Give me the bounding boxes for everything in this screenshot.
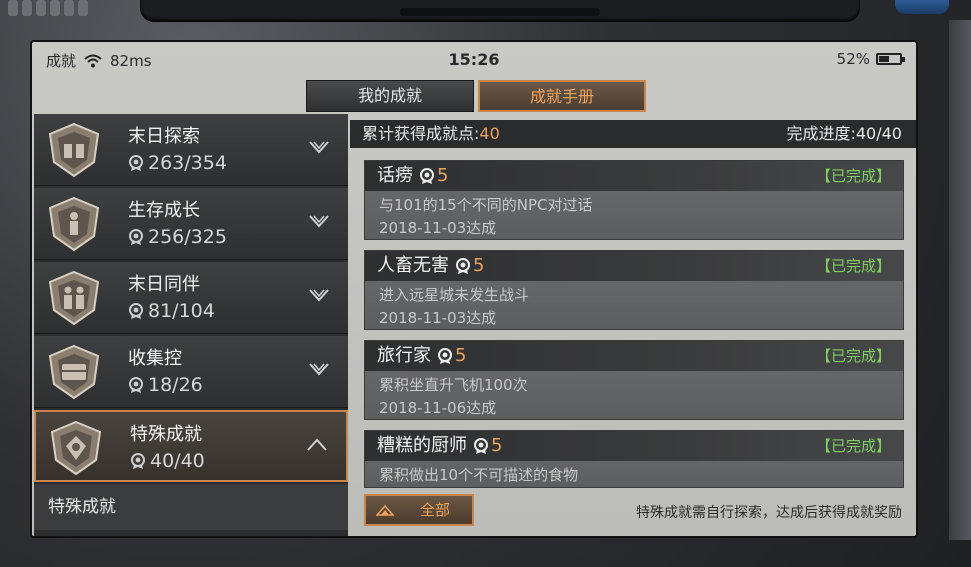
total-points: 累计获得成就点:40 — [362, 124, 500, 143]
medal-icon — [129, 377, 143, 393]
shield-badge-icon — [48, 196, 100, 252]
filter-all-button[interactable]: 全部 — [364, 494, 474, 526]
achievement-desc: 累积做出10个不可描述的食物 — [379, 466, 579, 484]
tab-my-achievements[interactable]: 我的成就 — [306, 80, 474, 112]
category-points: 40/40 — [130, 450, 205, 472]
battery-percent: 52% — [836, 50, 870, 68]
category-points: 81/104 — [128, 300, 215, 322]
tab-achievement-handbook[interactable]: 成就手册 — [478, 80, 646, 112]
medal-icon — [131, 453, 145, 469]
shield-badge-icon — [50, 420, 102, 476]
category-points: 263/354 — [128, 152, 227, 174]
corner-button[interactable] — [895, 0, 949, 14]
battery-icon — [876, 53, 905, 65]
achievement-name: 话痨 — [377, 165, 413, 186]
medal-icon — [129, 229, 143, 245]
achievement-points: 5 — [419, 161, 448, 191]
achievement-card: 旅行家 5 【已完成】 累积坐直升飞机100次 2018-11-06达成 — [364, 340, 904, 420]
category-points: 256/325 — [128, 226, 227, 248]
category-item[interactable]: 末日探索 263/354 — [34, 114, 348, 186]
achievement-name: 糟糕的厨师 — [377, 435, 467, 456]
chevron-up-icon[interactable] — [306, 438, 328, 452]
clock: 15:26 — [448, 50, 500, 69]
achievement-desc: 累积坐直升飞机100次 — [379, 376, 528, 394]
screen: 成就 82ms 15:26 52% 我的成就 成就手册 末日探索 263/354… — [30, 40, 918, 538]
category-list: 末日探索 263/354 生存成长 256/325 末日同伴 81/104 收集… — [34, 114, 348, 536]
medal-icon — [438, 348, 452, 364]
achievement-desc: 与101的15个不同的NPC对过话 — [379, 196, 593, 214]
achievement-name: 人畜无害 — [377, 255, 449, 276]
medal-icon — [456, 258, 470, 274]
side-rail — [949, 20, 971, 540]
category-title: 生存成长 — [128, 200, 200, 221]
achievement-date: 2018-11-03达成 — [379, 309, 497, 327]
achievement-points: 5 — [455, 251, 484, 281]
category-item[interactable]: 收集控 18/26 — [34, 336, 348, 408]
tab-bar: 我的成就 成就手册 — [306, 80, 646, 112]
medal-icon — [420, 168, 434, 184]
frame-bolts — [8, 0, 88, 16]
status-badge: 【已完成】 — [815, 347, 891, 365]
achievement-date: 2018-11-06达成 — [379, 399, 497, 417]
status-badge: 【已完成】 — [815, 167, 891, 185]
shield-badge-icon — [48, 122, 100, 178]
device-frame: 成就 82ms 15:26 52% 我的成就 成就手册 末日探索 263/354… — [0, 0, 971, 567]
achievement-panel: 累计获得成就点:40 完成进度:40/40 话痨 5 【已完成】 与101的15… — [350, 120, 916, 536]
medal-icon — [129, 155, 143, 171]
category-title: 特殊成就 — [130, 424, 202, 445]
category-item[interactable]: 生存成长 256/325 — [34, 188, 348, 260]
achievement-card: 糟糕的厨师 5 【已完成】 累积做出10个不可描述的食物 — [364, 430, 904, 488]
filter-all-label: 全部 — [419, 501, 450, 519]
status-badge: 【已完成】 — [815, 257, 891, 275]
achievement-date: 2018-11-03达成 — [379, 219, 497, 237]
achievement-points: 5 — [473, 431, 502, 461]
category-title: 末日同伴 — [128, 274, 200, 295]
frame-top-slot — [140, 0, 860, 22]
chevron-down-icon[interactable] — [308, 214, 330, 228]
achievement-card: 人畜无害 5 【已完成】 进入远星城未发生战斗 2018-11-03达成 — [364, 250, 904, 330]
status-badge: 【已完成】 — [815, 437, 891, 455]
hint-text: 特殊成就需自行探索，达成后获得成就奖励 — [636, 505, 902, 521]
shield-badge-icon — [48, 270, 100, 326]
achievement-name: 旅行家 — [377, 345, 431, 366]
status-bar: 成就 82ms 15:26 52% — [32, 42, 916, 76]
category-item[interactable]: 末日同伴 81/104 — [34, 262, 348, 334]
category-title: 收集控 — [128, 348, 182, 369]
summary-bar: 累计获得成就点:40 完成进度:40/40 — [350, 120, 916, 148]
achievement-points: 5 — [437, 341, 466, 371]
chevron-down-icon[interactable] — [308, 362, 330, 376]
category-points: 18/26 — [128, 374, 203, 396]
medal-icon — [474, 438, 488, 454]
chevron-down-icon[interactable] — [308, 140, 330, 154]
medal-icon — [129, 303, 143, 319]
chevron-down-icon[interactable] — [308, 288, 330, 302]
progress-label: 完成进度:40/40 — [786, 124, 902, 143]
shield-badge-icon — [48, 344, 100, 400]
achievement-desc: 进入远星城未发生战斗 — [379, 286, 530, 304]
category-title: 末日探索 — [128, 126, 200, 147]
category-item-active[interactable]: 特殊成就 40/40 — [34, 410, 348, 482]
subcategory-item[interactable]: 特殊成就 — [34, 484, 348, 530]
triangle-up-icon — [376, 504, 394, 516]
achievement-card: 话痨 5 【已完成】 与101的15个不同的NPC对过话 2018-11-03达… — [364, 160, 904, 240]
